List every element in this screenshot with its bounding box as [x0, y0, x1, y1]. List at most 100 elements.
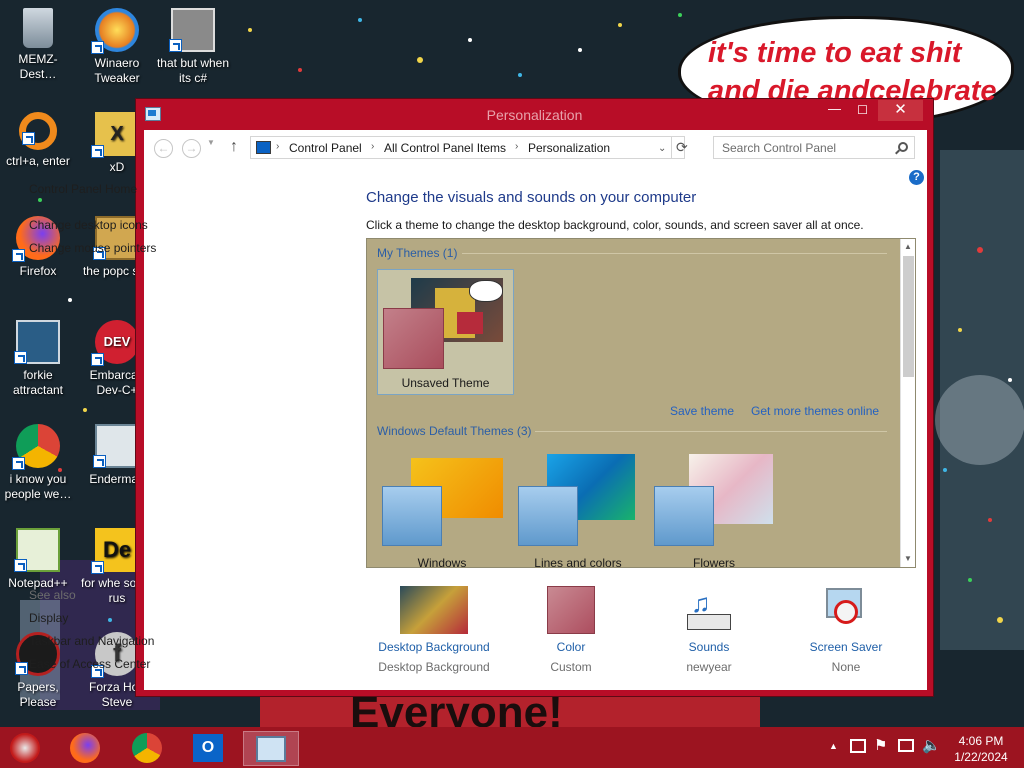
control-panel-icon	[256, 736, 286, 762]
recent-locations-button[interactable]: ▼	[207, 138, 215, 147]
breadcrumb-separator[interactable]: ›	[515, 141, 518, 152]
desktop-background-button[interactable]: Desktop Background Desktop Background	[371, 586, 497, 674]
taskbar-outlook[interactable]: O	[185, 731, 231, 766]
taskbar-firefox[interactable]	[62, 731, 108, 766]
help-icon[interactable]: ?	[909, 170, 924, 185]
desktop-icon-label: forkie attractant	[12, 368, 64, 397]
group-divider	[462, 253, 887, 254]
taskbar: O ▲ ⚑ 🔈	[0, 727, 1024, 768]
clock-time: 4:06 PM	[958, 734, 1004, 748]
theme-list-scrollbar[interactable]: ▲ ▼	[900, 239, 915, 567]
theme-tile-flowers[interactable]: Flowers	[649, 454, 779, 568]
color-swatch-icon	[547, 586, 595, 634]
color-label[interactable]: Color	[508, 640, 634, 654]
change-mouse-pointers-link[interactable]: Change mouse pointers	[29, 241, 156, 255]
recycle-bin-icon	[23, 8, 53, 48]
taskbar-chrome[interactable]	[124, 731, 170, 766]
chrome-icon	[132, 733, 162, 763]
control-panel-home-link[interactable]: Control Panel Home	[29, 182, 137, 196]
address-dropdown-icon[interactable]: ⌄	[658, 143, 666, 154]
change-desktop-icons-link[interactable]: Change desktop icons	[29, 218, 148, 232]
close-button[interactable]: ✕	[878, 100, 923, 121]
back-button[interactable]: ←	[154, 139, 173, 158]
breadcrumb-separator[interactable]: ›	[276, 141, 279, 152]
desktop-icon-label: ctrl+a, enter	[6, 154, 70, 168]
action-center-icon[interactable]: ⚑	[874, 736, 887, 754]
desktop-icon[interactable]: Notepad++	[1, 528, 75, 591]
forward-button[interactable]: →	[182, 139, 201, 158]
maximize-button[interactable]: ☐	[850, 100, 875, 121]
default-themes-heading: Windows Default Themes (3)	[377, 424, 532, 438]
sounds-value: newyear	[686, 660, 732, 674]
title-bar[interactable]: Personalization — ☐ ✕	[136, 99, 933, 130]
address-bar[interactable]: › Control Panel › All Control Panel Item…	[250, 136, 688, 159]
palette-icon	[518, 486, 578, 546]
search-icon[interactable]	[898, 142, 908, 152]
desktop-icon-label: Winaero Tweaker	[94, 56, 140, 85]
sounds-button[interactable]: ♫ Sounds newyear	[646, 586, 772, 674]
scroll-down-arrow-icon[interactable]: ▼	[904, 554, 912, 563]
breadcrumb-separator[interactable]: ›	[371, 141, 374, 152]
outlook-icon: O	[193, 734, 223, 762]
desktop-icon[interactable]: that but when its c#	[156, 8, 230, 86]
theme-name: Lines and colors	[534, 556, 622, 568]
breadcrumb-personalization[interactable]: Personalization	[528, 141, 610, 155]
network-icon[interactable]	[850, 739, 866, 753]
desktop-icon[interactable]: Winaero Tweaker	[80, 8, 154, 86]
sounds-label[interactable]: Sounds	[646, 640, 772, 654]
desktop-icon[interactable]: MEMZ-Dest…	[1, 8, 75, 82]
display-icon[interactable]	[898, 739, 914, 752]
screen-saver-label[interactable]: Screen Saver	[783, 640, 909, 654]
group-divider	[535, 431, 887, 432]
up-button[interactable]: ↑	[230, 138, 238, 156]
start-icon	[10, 733, 40, 763]
volume-muted-icon[interactable]: 🔈	[922, 736, 941, 754]
theme-list: My Themes (1) Unsaved Theme Save theme G…	[366, 238, 916, 568]
desktop-icon-label: Firefox	[19, 264, 57, 278]
desktop-icon-label: that but when its c#	[156, 56, 230, 85]
palette-icon	[654, 486, 714, 546]
winaero-icon	[91, 8, 139, 54]
scroll-thumb[interactable]	[903, 256, 914, 377]
theme-name: Windows	[417, 556, 467, 568]
ease-of-access-link[interactable]: Ease of Access Center	[29, 657, 150, 671]
breadcrumb-all-items[interactable]: All Control Panel Items	[384, 141, 506, 155]
display-link[interactable]: Display	[29, 611, 68, 625]
page-subtitle: Click a theme to change the desktop back…	[366, 218, 864, 232]
search-input[interactable]: Search Control Panel	[722, 141, 836, 155]
minimize-button[interactable]: —	[822, 100, 847, 121]
theme-tile-windows[interactable]: Windows	[377, 454, 507, 568]
search-box[interactable]: Search Control Panel	[713, 136, 915, 159]
desktop-icon[interactable]: i know you people we…	[1, 424, 75, 502]
color-button[interactable]: Color Custom	[508, 586, 634, 674]
theme-tile-lines-and-colors[interactable]: Lines and colors	[513, 454, 643, 568]
start-button[interactable]	[2, 731, 48, 766]
breadcrumb-control-panel[interactable]: Control Panel	[289, 141, 362, 155]
desktop-background-label[interactable]: Desktop Background	[371, 640, 497, 654]
window-title: Personalization	[486, 107, 583, 123]
ring-icon	[19, 112, 57, 150]
desktop-icon[interactable]: forkie attractant	[1, 320, 75, 398]
clock-date: 1/22/2024	[954, 750, 1008, 764]
taskbar-control-panel[interactable]	[243, 731, 299, 766]
get-more-themes-link[interactable]: Get more themes online	[751, 404, 879, 418]
screen-saver-icon	[822, 586, 870, 634]
refresh-button[interactable]: ⟳	[676, 139, 688, 156]
navigation-bar: ← → ▼ ↑ › Control Panel › All Control Pa…	[144, 130, 927, 164]
settings-icon	[14, 320, 60, 364]
color-value: Custom	[550, 660, 592, 674]
address-divider	[671, 137, 672, 158]
desktop-icon[interactable]: ctrl+a, enter	[1, 112, 75, 169]
show-hidden-icons-button[interactable]: ▲	[829, 741, 838, 751]
save-theme-link[interactable]: Save theme	[670, 404, 734, 418]
firefox-icon	[70, 733, 100, 763]
chrome-icon	[12, 424, 60, 470]
theme-tile-unsaved[interactable]: Unsaved Theme	[377, 269, 514, 395]
page-title: Change the visuals and sounds on your co…	[366, 189, 697, 206]
screen-saver-button[interactable]: Screen Saver None	[783, 586, 909, 674]
scroll-up-arrow-icon[interactable]: ▲	[904, 242, 912, 251]
window-icon	[93, 424, 139, 468]
theme-name: Flowers	[692, 556, 735, 568]
clock[interactable]: 4:06 PM 1/22/2024	[948, 733, 1014, 765]
taskbar-navigation-link[interactable]: Taskbar and Navigation	[29, 634, 154, 648]
